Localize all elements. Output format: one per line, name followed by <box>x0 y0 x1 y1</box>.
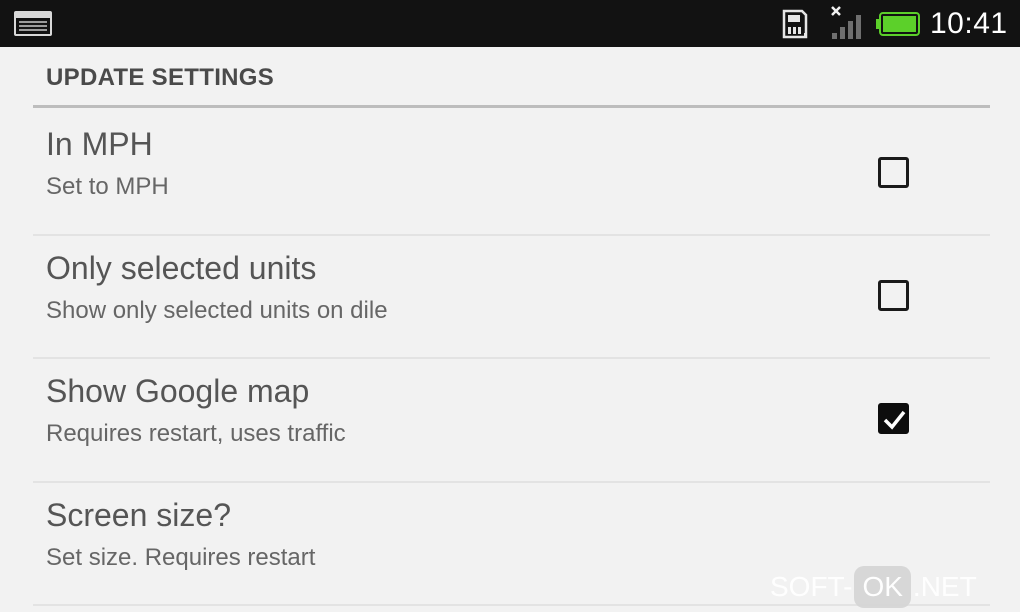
google-map-checkbox[interactable] <box>878 403 909 434</box>
watermark: SOFT- OK .NET <box>770 566 977 608</box>
watermark-suffix: .NET <box>912 571 977 602</box>
pref-row-mph[interactable]: In MPH Set to MPH <box>33 112 990 235</box>
clock: 10:41 <box>930 7 1008 40</box>
selected-units-checkbox[interactable] <box>878 280 909 311</box>
pref-summary: Set to MPH <box>46 173 169 200</box>
checkmark-icon <box>883 410 906 430</box>
pref-row-selected-units[interactable]: Only selected units Show only selected u… <box>33 236 990 359</box>
section-header: UPDATE SETTINGS <box>46 64 275 91</box>
pref-title: Show Google map <box>46 373 310 409</box>
mph-checkbox[interactable] <box>878 157 909 188</box>
pref-title: In MPH <box>46 126 153 162</box>
battery-icon <box>876 12 920 36</box>
signal-icon <box>831 6 861 39</box>
notification-icon[interactable] <box>14 11 52 36</box>
watermark-ok: OK <box>854 566 911 608</box>
status-bar: 10:41 <box>0 0 1020 47</box>
watermark-prefix: SOFT- <box>770 571 853 602</box>
pref-summary: Set size. Requires restart <box>46 544 316 571</box>
pref-summary: Requires restart, uses traffic <box>46 420 346 447</box>
pref-title: Only selected units <box>46 250 317 286</box>
pref-title: Screen size? <box>46 497 231 533</box>
pref-summary: Show only selected units on dile <box>46 297 388 324</box>
section-divider <box>33 105 990 108</box>
sd-card-icon <box>782 9 808 39</box>
pref-row-google-map[interactable]: Show Google map Requires restart, uses t… <box>33 359 990 482</box>
